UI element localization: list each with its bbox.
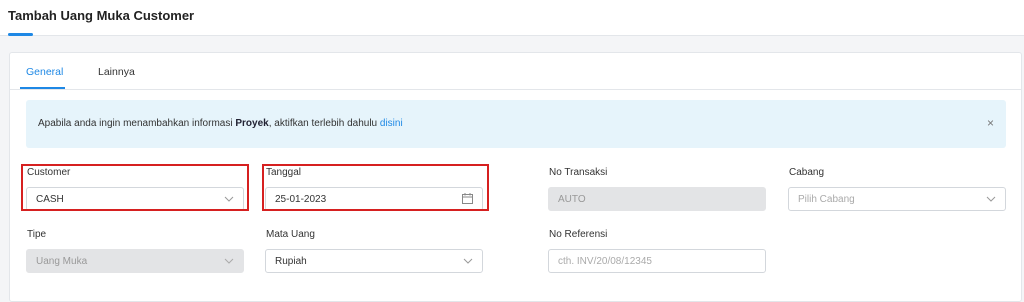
tipe-select: Uang Muka (26, 249, 244, 273)
no-referensi-input[interactable]: cth. INV/20/08/12345 (548, 249, 766, 273)
tab-bar: General Lainnya (10, 53, 1021, 90)
form-card: General Lainnya Apabila anda ingin menam… (9, 52, 1022, 302)
cabang-placeholder: Pilih Cabang (798, 194, 855, 205)
chevron-down-icon (224, 258, 234, 264)
no-transaksi-input: AUTO (548, 187, 766, 211)
tipe-label: Tipe (27, 229, 47, 240)
no-referensi-label: No Referensi (549, 229, 608, 240)
tipe-value: Uang Muka (36, 256, 88, 267)
no-transaksi-label: No Transaksi (549, 167, 608, 178)
customer-highlight-box (21, 164, 249, 211)
alert-text-middle: , aktifkan terlebih dahulu (268, 118, 380, 129)
mata-uang-select[interactable]: Rupiah (265, 249, 483, 273)
project-info-alert: Apabila anda ingin menambahkan informasi… (26, 100, 1006, 148)
alert-message: Apabila anda ingin menambahkan informasi… (38, 118, 403, 129)
mata-uang-label: Mata Uang (266, 229, 315, 240)
no-transaksi-value: AUTO (558, 194, 586, 205)
title-underline (8, 33, 33, 36)
mata-uang-value: Rupiah (275, 256, 307, 267)
tab-general[interactable]: General (26, 66, 63, 78)
tab-lainnya[interactable]: Lainnya (98, 66, 135, 78)
chevron-down-icon (986, 196, 996, 202)
no-referensi-placeholder: cth. INV/20/08/12345 (558, 256, 652, 267)
page-header: Tambah Uang Muka Customer (0, 0, 1024, 36)
tanggal-highlight-box (262, 164, 489, 211)
close-icon[interactable]: × (987, 116, 994, 130)
alert-text-before: Apabila anda ingin menambahkan informasi (38, 118, 236, 129)
chevron-down-icon (463, 258, 473, 264)
page-title: Tambah Uang Muka Customer (8, 8, 195, 23)
cabang-label: Cabang (789, 167, 825, 178)
active-tab-indicator (20, 87, 65, 89)
alert-bold-word: Proyek (235, 118, 269, 129)
alert-activate-link[interactable]: disini (380, 118, 403, 129)
cabang-select[interactable]: Pilih Cabang (788, 187, 1006, 211)
